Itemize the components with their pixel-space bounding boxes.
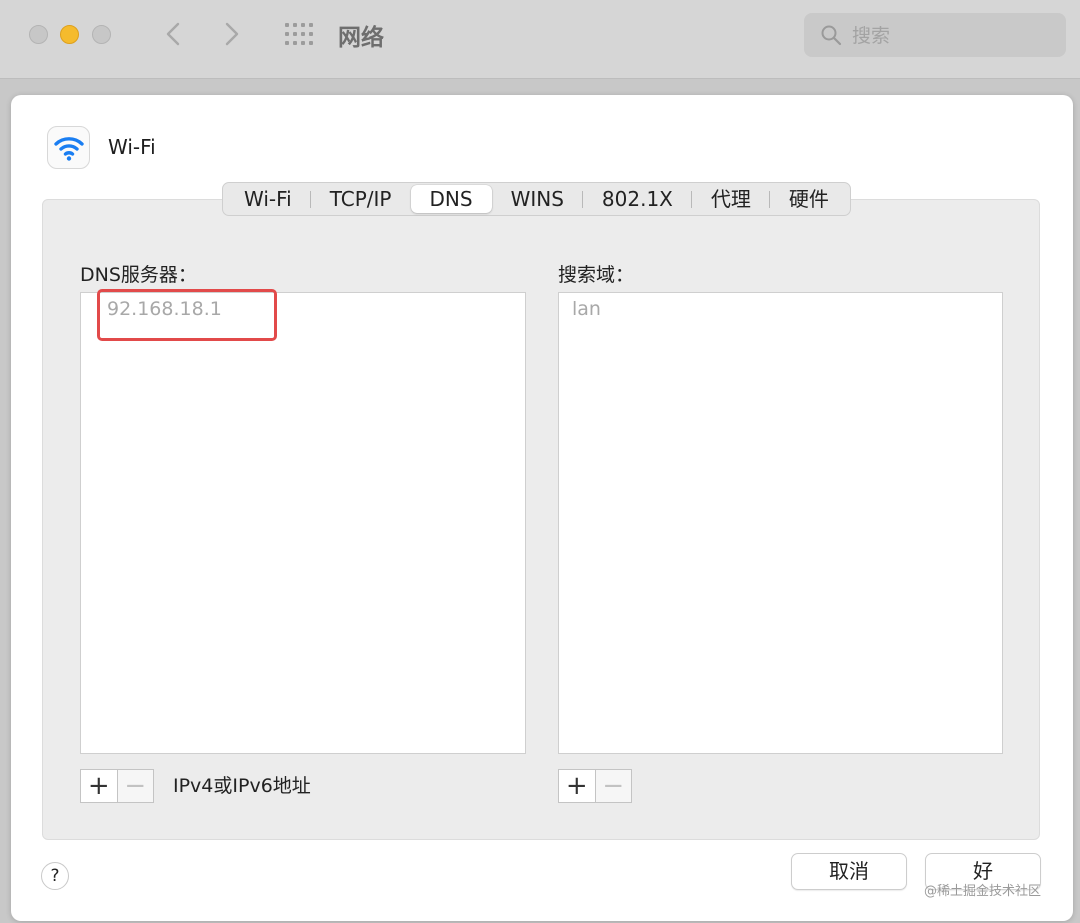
dns-servers-label: DNS服务器： <box>80 264 197 286</box>
tab-proxies[interactable]: 代理 <box>692 185 770 213</box>
search-domains-label: 搜索域： <box>558 264 635 286</box>
watermark: @稀土掘金技术社区 <box>924 884 1042 899</box>
highlight-annotation <box>97 289 277 341</box>
grid-icon <box>285 23 313 45</box>
add-domain-button[interactable]: + <box>559 770 596 802</box>
zoom-window-button[interactable] <box>92 25 111 44</box>
back-button[interactable] <box>156 17 190 51</box>
window-title: 网络 <box>338 25 384 51</box>
search-domains-list[interactable]: lan <box>558 292 1003 754</box>
minimize-window-button[interactable] <box>60 25 79 44</box>
advanced-settings-sheet: Wi-Fi Wi-Fi TCP/IP DNS WINS 802.1X 代理 硬件… <box>11 95 1073 921</box>
search-input[interactable] <box>850 20 1054 52</box>
domain-add-remove-control: + − <box>558 769 632 803</box>
chevron-right-icon <box>225 22 239 46</box>
dns-servers-list[interactable]: 92.168.18.1 <box>80 292 526 754</box>
add-dns-button[interactable]: + <box>81 770 118 802</box>
chevron-left-icon <box>166 22 180 46</box>
forward-button[interactable] <box>215 17 249 51</box>
remove-dns-button[interactable]: − <box>117 770 153 802</box>
tab-tcpip[interactable]: TCP/IP <box>311 185 411 213</box>
tab-hardware[interactable]: 硬件 <box>770 185 848 213</box>
dns-hint-text: IPv4或IPv6地址 <box>173 775 311 797</box>
list-item[interactable]: lan <box>572 298 601 320</box>
search-icon <box>821 25 842 46</box>
tab-wifi[interactable]: Wi-Fi <box>225 185 311 213</box>
wifi-badge <box>47 126 90 169</box>
remove-domain-button[interactable]: − <box>595 770 631 802</box>
window-titlebar: 网络 <box>0 0 1080 79</box>
dns-add-remove-control: + − <box>80 769 154 803</box>
help-button[interactable]: ? <box>41 862 69 890</box>
show-all-button[interactable] <box>284 22 314 46</box>
tab-8021x[interactable]: 802.1X <box>583 185 692 213</box>
search-field[interactable] <box>804 13 1066 57</box>
cancel-button[interactable]: 取消 <box>791 853 907 890</box>
sheet-title: Wi-Fi <box>108 135 156 159</box>
tab-dns[interactable]: DNS <box>410 185 492 213</box>
wifi-icon <box>54 137 84 161</box>
tab-bar: Wi-Fi TCP/IP DNS WINS 802.1X 代理 硬件 <box>222 182 851 216</box>
tab-wins[interactable]: WINS <box>492 185 584 213</box>
close-window-button[interactable] <box>29 25 48 44</box>
